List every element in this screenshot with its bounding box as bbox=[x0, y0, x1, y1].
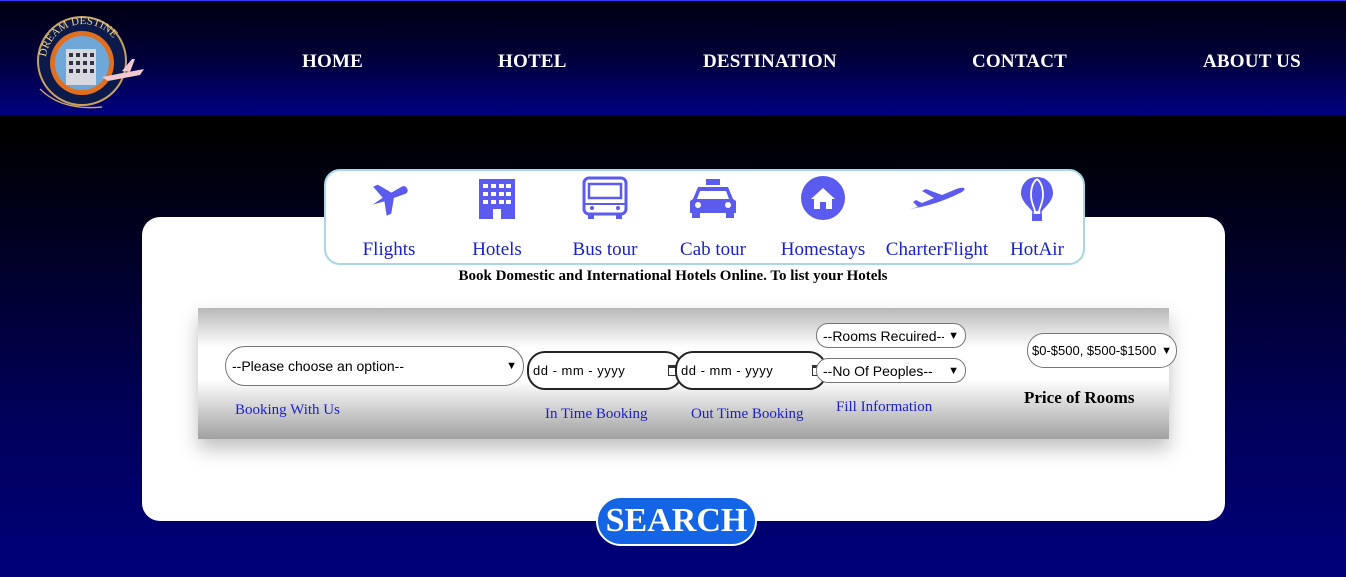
rooms-select[interactable]: --Rooms Recuired-- ▼ bbox=[816, 323, 966, 348]
category-hotair[interactable]: HotAir bbox=[1004, 175, 1070, 261]
in-date-value: dd - mm - yyyy bbox=[533, 363, 626, 378]
people-select[interactable]: --No Of Peoples-- ▼ bbox=[816, 358, 966, 383]
booking-select-value: --Please choose an option-- bbox=[232, 358, 404, 374]
category-label: Hotels bbox=[472, 239, 522, 260]
nav-contact[interactable]: CONTACT bbox=[972, 51, 1067, 73]
price-select[interactable]: $0-$500, $500-$1500 ▼ bbox=[1027, 333, 1177, 368]
price-select-value: $0-$500, $500-$1500 bbox=[1032, 343, 1157, 358]
price-label: Price of Rooms bbox=[1024, 388, 1135, 407]
category-label: Flights bbox=[362, 239, 416, 260]
nav-destination[interactable]: DESTINATION bbox=[703, 51, 837, 73]
category-charter-flight[interactable]: CharterFlight bbox=[884, 175, 990, 261]
out-time-label[interactable]: Out Time Booking bbox=[691, 406, 804, 423]
category-label: Cab tour bbox=[680, 239, 746, 260]
category-homestays[interactable]: Homestays bbox=[776, 175, 870, 261]
top-navbar: DREAM DESTINE HOME HOTEL DESTINATION CON… bbox=[0, 0, 1346, 115]
taxi-icon bbox=[690, 179, 736, 218]
out-date-field[interactable]: dd - mm - yyyy bbox=[675, 351, 827, 390]
in-time-label[interactable]: In Time Booking bbox=[545, 406, 648, 423]
home-icon bbox=[801, 176, 845, 220]
chevron-down-icon: ▼ bbox=[1161, 344, 1172, 357]
hotel-building-icon bbox=[479, 179, 515, 219]
category-label: CharterFlight bbox=[885, 239, 989, 260]
page-headline: Book Domestic and International Hotels O… bbox=[458, 268, 888, 284]
chevron-down-icon: ▼ bbox=[506, 360, 517, 372]
category-bar: Flights Hotels Bus tour Cab tour Homesta… bbox=[324, 169, 1085, 265]
fill-information-label[interactable]: Fill Information bbox=[836, 399, 932, 416]
booking-select[interactable]: --Please choose an option-- ▼ bbox=[225, 346, 524, 386]
category-hotels[interactable]: Hotels bbox=[460, 175, 534, 261]
category-bus-tour[interactable]: Bus tour bbox=[568, 175, 642, 261]
nav-hotel[interactable]: HOTEL bbox=[498, 51, 567, 73]
rooms-select-value: --Rooms Recuired-- bbox=[823, 327, 945, 344]
in-date-field[interactable]: dd - mm - yyyy bbox=[527, 351, 683, 390]
category-cab-tour[interactable]: Cab tour bbox=[676, 175, 750, 261]
category-label: Homestays bbox=[780, 239, 866, 260]
nav-home[interactable]: HOME bbox=[302, 51, 363, 73]
plane-takeoff-icon bbox=[910, 187, 965, 209]
chevron-down-icon: ▼ bbox=[948, 364, 959, 377]
nav-about-us[interactable]: ABOUT US bbox=[1203, 51, 1301, 73]
category-label: Bus tour bbox=[572, 239, 638, 260]
out-date-value: dd - mm - yyyy bbox=[681, 363, 774, 378]
category-label: HotAir bbox=[1010, 239, 1064, 260]
category-flights[interactable]: Flights bbox=[352, 175, 426, 261]
bus-icon bbox=[582, 176, 628, 219]
people-select-value: --No Of Peoples-- bbox=[823, 362, 933, 379]
booking-label[interactable]: Booking With Us bbox=[235, 402, 340, 419]
hot-air-balloon-icon bbox=[1021, 177, 1053, 221]
search-button[interactable]: SEARCH bbox=[596, 496, 757, 546]
airplane-icon bbox=[372, 184, 408, 216]
chevron-down-icon: ▼ bbox=[948, 329, 959, 342]
brand-logo[interactable]: DREAM DESTINE bbox=[32, 11, 148, 115]
logo-emblem-icon: DREAM DESTINE bbox=[37, 15, 144, 109]
